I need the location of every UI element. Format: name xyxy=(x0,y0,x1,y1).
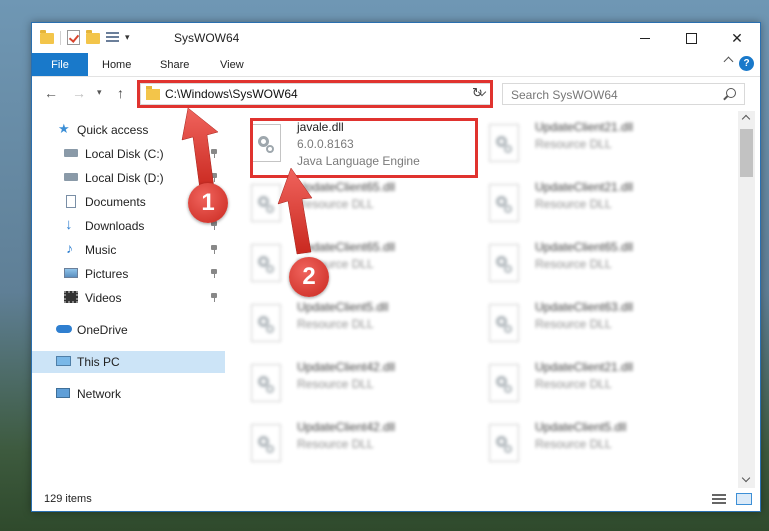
annotation-arrows xyxy=(181,107,313,255)
arrow-two-shape xyxy=(277,167,313,255)
arrow-one-shape xyxy=(181,107,219,191)
callout-two: 2 xyxy=(289,257,329,297)
callout-one: 1 xyxy=(188,183,228,223)
